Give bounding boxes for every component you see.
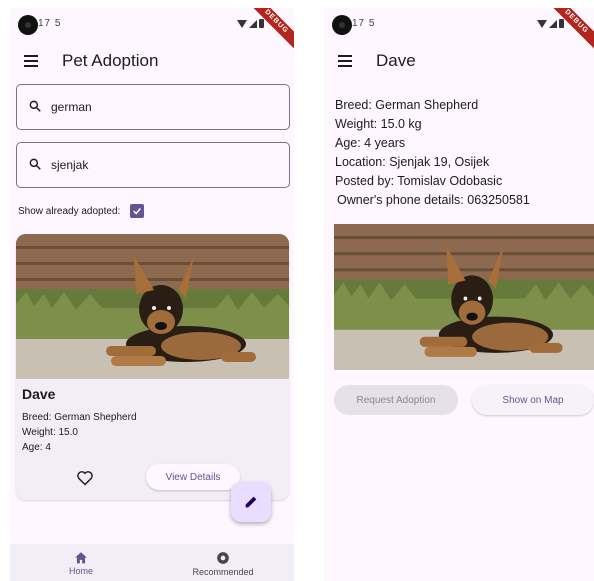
pet-breed: Breed: German Shepherd (22, 412, 137, 423)
nav-label-recommended: Recommended (192, 567, 254, 577)
pet-photo (16, 234, 289, 379)
page-title: Dave (376, 51, 416, 70)
detail-breed: Breed: German Shepherd (335, 98, 479, 112)
signal-icon (549, 19, 557, 28)
view-details-button[interactable]: View Details (146, 464, 240, 490)
nav-label-home: Home (68, 566, 93, 576)
nav-item-home[interactable]: Home (10, 544, 152, 581)
detail-phone: Owner's phone details: 063250581 (337, 193, 530, 207)
home-screen: 17 5 DEBUG Pet Adoption Show already ado… (10, 8, 294, 581)
status-icons (537, 19, 564, 28)
status-time: 17 (38, 18, 52, 29)
menu-icon[interactable] (24, 55, 38, 67)
detail-age: Age: 4 years (335, 136, 406, 150)
camera-cutout (18, 15, 38, 35)
edit-pencil-icon (245, 496, 257, 508)
check-icon (133, 208, 142, 215)
status-icons (237, 19, 264, 28)
show-adopted-checkbox[interactable] (130, 204, 145, 218)
camera-cutout (332, 15, 352, 35)
request-adoption-button[interactable]: Request Adoption (334, 385, 458, 415)
edit-fab[interactable] (231, 482, 271, 522)
search-icon (29, 100, 41, 112)
wifi-icon (537, 19, 547, 28)
home-icon (75, 552, 87, 564)
signal-icon (249, 19, 257, 28)
show-adopted-row: Show already adopted: (18, 204, 145, 218)
pet-card: Dave Breed: German Shepherd Weight: 15.0… (16, 234, 289, 500)
heart-outline-icon[interactable] (76, 470, 94, 486)
location-search-field[interactable] (16, 142, 290, 188)
app-bar: Pet Adoption (10, 44, 294, 80)
status-bar: 17 5 DEBUG (10, 8, 294, 55)
menu-icon[interactable] (338, 55, 352, 67)
details-screen: 17 5 DEBUG Dave Breed: German Shepherd W… (324, 8, 594, 581)
recommended-icon (217, 552, 229, 564)
detail-location: Location: Sjenjak 19, Osijek (335, 155, 490, 169)
breed-search-field[interactable] (16, 84, 290, 130)
status-icon-5: 5 (54, 18, 62, 29)
status-bar: 17 5 DEBUG (324, 8, 594, 55)
battery-icon (259, 19, 264, 28)
bottom-navigation: Home Recommended (10, 544, 294, 581)
wifi-icon (237, 19, 247, 28)
pet-weight: Weight: 15.0 (22, 427, 78, 438)
page-title: Pet Adoption (62, 51, 159, 70)
detail-weight: Weight: 15.0 kg (335, 117, 422, 131)
show-adopted-label: Show already adopted: (18, 205, 121, 217)
breed-search-input[interactable] (51, 97, 271, 117)
pet-photo (334, 224, 594, 370)
status-time: 17 (352, 18, 366, 29)
status-icon-5: 5 (368, 18, 376, 29)
nav-item-recommended[interactable]: Recommended (152, 544, 294, 581)
pet-name: Dave (22, 386, 56, 402)
search-icon (29, 158, 41, 170)
battery-icon (559, 19, 564, 28)
app-bar: Dave (324, 44, 594, 80)
pet-age: Age: 4 (22, 442, 51, 453)
location-search-input[interactable] (51, 155, 271, 175)
detail-posted-by: Posted by: Tomislav Odobasic (335, 174, 503, 188)
show-on-map-button[interactable]: Show on Map (472, 385, 594, 415)
